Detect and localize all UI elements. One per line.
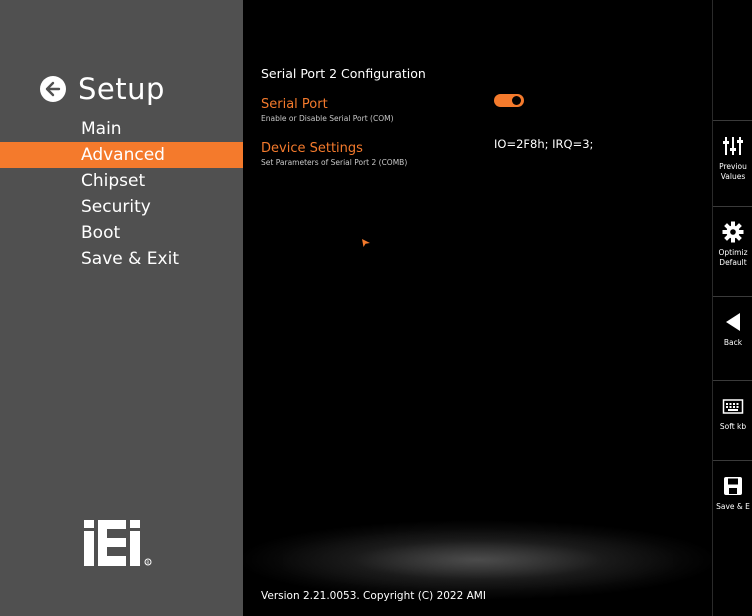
option-help: Enable or Disable Serial Port (COM)	[261, 114, 394, 123]
toggle-knob	[512, 96, 521, 105]
serial-port-toggle[interactable]	[494, 94, 524, 107]
option-serial-port[interactable]: Serial Port	[261, 93, 701, 112]
save-exit-button[interactable]: Save & E	[713, 460, 752, 540]
device-settings-value[interactable]: IO=2F8h; IRQ=3;	[494, 137, 593, 151]
floor-glow	[283, 530, 673, 590]
optimized-defaults-button[interactable]: Optimiz Default	[713, 206, 752, 286]
keyboard-icon	[722, 399, 744, 414]
back-button[interactable]: Back	[713, 296, 752, 376]
floppy-disk-icon	[724, 477, 742, 495]
rail-label: Values	[720, 172, 746, 181]
setup-title: Setup	[78, 72, 165, 106]
back-arrow-icon[interactable]	[40, 76, 66, 102]
section-title: Serial Port 2 Configuration	[261, 66, 426, 81]
soft-keyboard-button[interactable]: Soft kb	[713, 380, 752, 460]
rail-label: Soft kb	[719, 422, 747, 431]
svg-text:R: R	[147, 560, 150, 565]
menu-item-save-exit[interactable]: Save & Exit	[0, 246, 243, 272]
option-device-settings[interactable]: Device Settings IO=2F8h; IRQ=3;	[261, 137, 701, 156]
main-menu: Main Advanced Chipset Security Boot Save…	[0, 116, 243, 272]
previous-values-button[interactable]: Previou Values	[713, 120, 752, 200]
back-triangle-icon	[726, 313, 740, 331]
menu-item-chipset[interactable]: Chipset	[0, 168, 243, 194]
rail-label: Back	[723, 338, 743, 347]
rail-label: Save & E	[716, 502, 750, 511]
option-help: Set Parameters of Serial Port 2 (COMB)	[261, 158, 408, 167]
version-text: Version 2.21.0053. Copyright (C) 2022 AM…	[261, 590, 486, 602]
setup-header: Setup	[40, 72, 165, 106]
menu-item-advanced[interactable]: Advanced	[0, 142, 243, 168]
menu-item-security[interactable]: Security	[0, 194, 243, 220]
action-rail: Previou Values Optimiz Default Back Soft…	[712, 0, 752, 616]
sliders-icon	[723, 137, 743, 155]
rail-label: Previou	[719, 162, 747, 171]
rail-label: Optimiz	[718, 248, 748, 257]
option-label: Device Settings	[261, 141, 363, 156]
menu-item-boot[interactable]: Boot	[0, 220, 243, 246]
rail-label: Default	[719, 258, 747, 267]
menu-item-main[interactable]: Main	[0, 116, 243, 142]
main-panel: Serial Port 2 Configuration Serial Port …	[243, 0, 712, 616]
iei-logo: R	[82, 520, 162, 568]
gear-icon	[722, 221, 744, 243]
option-label: Serial Port	[261, 97, 328, 112]
options-panel: Serial Port 2 Configuration Serial Port …	[261, 66, 701, 181]
sidebar: Setup Main Advanced Chipset Security Boo…	[0, 0, 243, 616]
